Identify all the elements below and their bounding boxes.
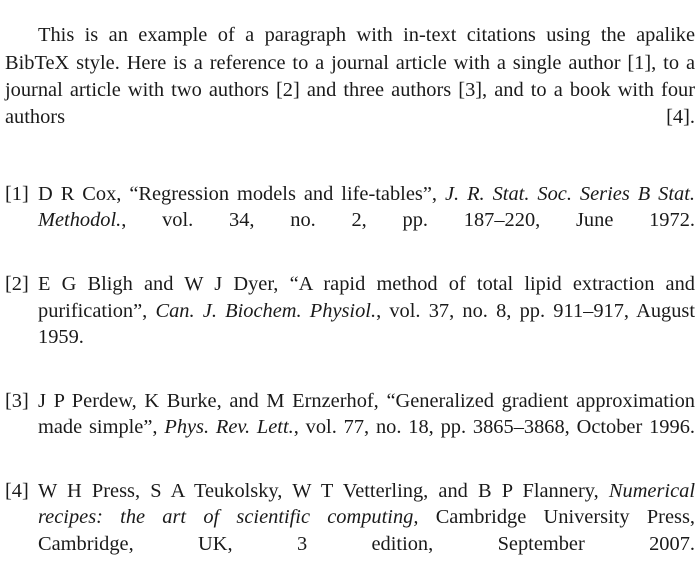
bibliography-entry: [1] D R Cox, “Regression models and life… (5, 181, 695, 260)
bibliography-entry-text: E G Bligh and W J Dyer, “A rapid method … (38, 271, 695, 377)
bibliography-entry-venue: Phys. Rev. Lett. (164, 416, 294, 439)
bibliography-entry-details: , vol. 34, no. 2, pp. 187–220, June 1972… (121, 209, 695, 232)
intro-paragraph: This is an example of a paragraph with i… (5, 24, 695, 129)
bibliography-entry-label: [1] (5, 183, 29, 205)
bibliography-entry-authors: J P Perdew, K Burke, and M Ernzerhof, (38, 389, 379, 412)
bibliography-entry-text: D R Cox, “Regression models and life-tab… (38, 181, 695, 260)
bibliography-entry-details: , vol. 77, no. 18, pp. 3865–3868, Octobe… (293, 416, 695, 439)
bibliography-entry-authors: E G Bligh and W J Dyer, (38, 273, 279, 296)
bibliography-entry-title: “Regression models and life-tables”, (129, 183, 437, 205)
bibliography-entry: [3] J P Perdew, K Burke, and M Ernzerhof… (5, 388, 695, 467)
bibliography-entry-venue: Can. J. Biochem. Physiol. (155, 299, 377, 322)
bibliography-entry-text: W H Press, S A Teukolsky, W T Vetterling… (38, 478, 695, 584)
bibliography-entry: [4] W H Press, S A Teukolsky, W T Vetter… (5, 478, 695, 584)
bibliography-entry: [2] E G Bligh and W J Dyer, “A rapid met… (5, 271, 695, 377)
bibliography-entry-authors: W H Press, S A Teukolsky, W T Vetterling… (38, 480, 599, 503)
bibliography-list: [1] D R Cox, “Regression models and life… (5, 181, 695, 584)
bibliography-entry-label: [3] (5, 389, 29, 412)
document-page: This is an example of a paragraph with i… (0, 0, 700, 554)
bibliography-entry-authors: D R Cox, (38, 183, 122, 205)
bibliography-entry-text: J P Perdew, K Burke, and M Ernzerhof, “G… (38, 388, 695, 467)
bibliography-entry-label: [2] (5, 273, 29, 296)
